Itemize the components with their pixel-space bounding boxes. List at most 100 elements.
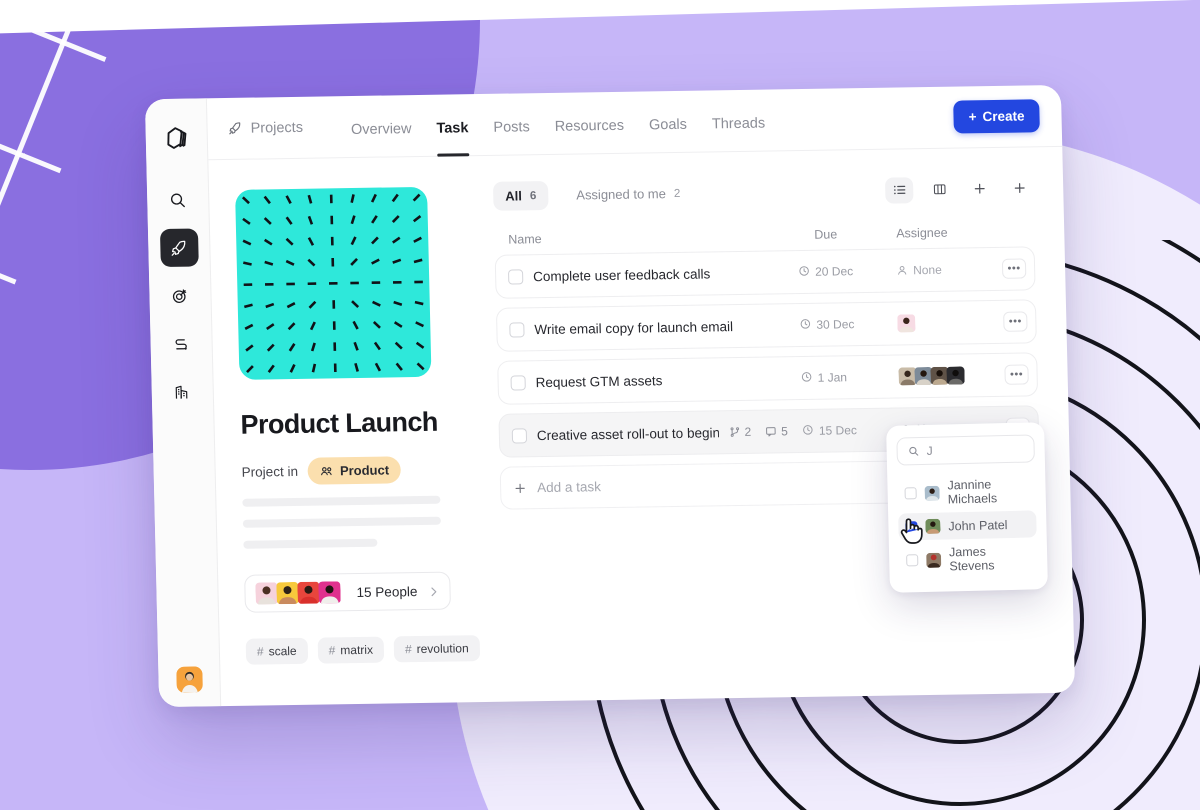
- tag-chip[interactable]: # revolution: [393, 635, 480, 663]
- assignee-checkbox[interactable]: [904, 487, 917, 500]
- sidebar-item-organization[interactable]: [163, 372, 202, 411]
- create-button-label: Create: [982, 108, 1025, 125]
- tag-chip[interactable]: # matrix: [317, 636, 385, 664]
- assignee-checkbox[interactable]: [906, 554, 919, 567]
- branch-icon: [728, 426, 740, 438]
- task-subtask-count: 2: [728, 425, 751, 439]
- app-window: Projects Overview Task Posts Resources G…: [144, 84, 1076, 708]
- create-button[interactable]: + Create: [953, 99, 1040, 134]
- sidebar-item-workflows[interactable]: [162, 324, 201, 363]
- task-name: Creative asset roll-out to begin: [536, 424, 719, 443]
- task-assignee-label: None: [912, 262, 942, 278]
- project-people-row[interactable]: 15 People: [244, 571, 451, 613]
- row-menu-button[interactable]: •••: [1001, 258, 1027, 279]
- task-assignee[interactable]: [898, 366, 990, 386]
- comment-icon: [765, 425, 777, 437]
- column-header-spacer: [992, 238, 1028, 239]
- breadcrumb[interactable]: Projects: [227, 119, 303, 136]
- assignee-search-value: J: [926, 443, 933, 458]
- task-due[interactable]: 1 Jan: [800, 369, 884, 385]
- task-name: Complete user feedback calls: [532, 265, 711, 284]
- avatar: [925, 518, 941, 534]
- task-column-headers: Name Due Assignee: [494, 224, 1034, 247]
- hash-icon: #: [328, 643, 336, 658]
- board-view-icon[interactable]: [925, 176, 954, 202]
- assignee-option-jannine-michaels[interactable]: Jannine Michaels: [897, 470, 1036, 513]
- tab-resources[interactable]: Resources: [554, 91, 625, 154]
- filter-all[interactable]: All 6: [492, 180, 549, 211]
- assignee-search-field[interactable]: J: [896, 434, 1035, 466]
- add-view-icon[interactable]: [965, 175, 994, 201]
- task-assignee[interactable]: None: [896, 262, 988, 277]
- task-checkbox[interactable]: [511, 427, 528, 444]
- hash-icon: #: [256, 644, 264, 659]
- sidebar-item-search[interactable]: [158, 180, 197, 219]
- search-icon: [908, 445, 920, 457]
- tab-overview[interactable]: Overview: [350, 95, 412, 158]
- comment-count-label: 5: [781, 424, 789, 439]
- avatar: [318, 581, 341, 604]
- clock-icon: [799, 317, 811, 332]
- hexagon-logo-icon[interactable]: [161, 123, 192, 153]
- breadcrumb-label: Projects: [250, 119, 304, 137]
- table-row[interactable]: Write email copy for launch email 30 Dec: [495, 299, 1037, 352]
- chevron-right-icon: [427, 585, 439, 597]
- list-view-icon[interactable]: [884, 176, 914, 204]
- tag-chip[interactable]: # scale: [245, 637, 308, 665]
- task-checkbox[interactable]: [510, 374, 526, 391]
- tab-bar: Overview Task Posts Resources Goals Thre…: [350, 89, 766, 157]
- avatar: [946, 366, 965, 385]
- add-column-icon[interactable]: [1005, 175, 1034, 201]
- tag-label: matrix: [340, 642, 374, 658]
- table-row[interactable]: Complete user feedback calls 20 Dec None…: [494, 246, 1036, 299]
- table-row[interactable]: Request GTM assets 1 Jan •••: [497, 352, 1039, 405]
- space-chip[interactable]: Product: [307, 456, 402, 485]
- task-meta: 20 Dec None •••: [798, 258, 1027, 282]
- task-checkbox[interactable]: [507, 268, 524, 285]
- plus-icon: +: [968, 109, 977, 125]
- task-meta: 1 Jan •••: [800, 364, 1029, 388]
- space-chip-label: Product: [339, 462, 390, 479]
- person-icon: [896, 264, 908, 276]
- description-placeholder-line: [243, 538, 378, 549]
- description-placeholder-line: [242, 495, 441, 507]
- avatar: [924, 485, 940, 501]
- filter-all-label: All: [505, 188, 523, 204]
- row-menu-button[interactable]: •••: [1004, 364, 1029, 385]
- sidebar-item-projects[interactable]: [159, 228, 199, 268]
- column-header-due: Due: [814, 227, 838, 242]
- filter-assigned-to-me[interactable]: Assigned to me 2: [564, 179, 693, 210]
- project-tags: # scale # matrix # revolution: [245, 635, 480, 665]
- sidebar-user-avatar[interactable]: [175, 666, 203, 693]
- task-due[interactable]: 30 Dec: [799, 316, 883, 332]
- hash-icon: #: [404, 642, 412, 657]
- task-due[interactable]: 20 Dec: [798, 263, 882, 279]
- mouse-cursor-hand-icon: [900, 518, 923, 544]
- assignee-dropdown: J Jannine Michaels John Patel James Stev…: [886, 422, 1048, 593]
- project-cover-image[interactable]: [235, 186, 432, 380]
- tab-posts[interactable]: Posts: [493, 93, 531, 156]
- project-panel: Product Launch Project in Product 15 Peo…: [208, 156, 489, 706]
- task-name: Write email copy for launch email: [534, 318, 734, 337]
- tab-threads[interactable]: Threads: [711, 89, 766, 152]
- row-menu-button[interactable]: •••: [1003, 311, 1028, 332]
- clock-icon: [798, 264, 810, 279]
- description-placeholder-line: [242, 516, 441, 528]
- assignee-option-label: John Patel: [948, 517, 1008, 533]
- sidebar-item-goals[interactable]: [161, 276, 200, 315]
- task-due[interactable]: 15 Dec: [802, 422, 886, 438]
- column-header-name: Name: [508, 232, 542, 247]
- tab-task[interactable]: Task: [436, 94, 469, 156]
- main-area: Projects Overview Task Posts Resources G…: [206, 84, 1075, 706]
- avatar: [276, 581, 299, 605]
- avatar: [297, 581, 320, 604]
- people-avatar-stack: [255, 581, 341, 605]
- tab-goals[interactable]: Goals: [648, 90, 687, 153]
- avatar-stack: [898, 366, 965, 386]
- task-checkbox[interactable]: [509, 321, 525, 338]
- clock-icon: [800, 370, 812, 385]
- task-meta: 30 Dec •••: [799, 311, 1028, 335]
- task-assignee[interactable]: [897, 313, 989, 333]
- view-tools: [884, 175, 1034, 204]
